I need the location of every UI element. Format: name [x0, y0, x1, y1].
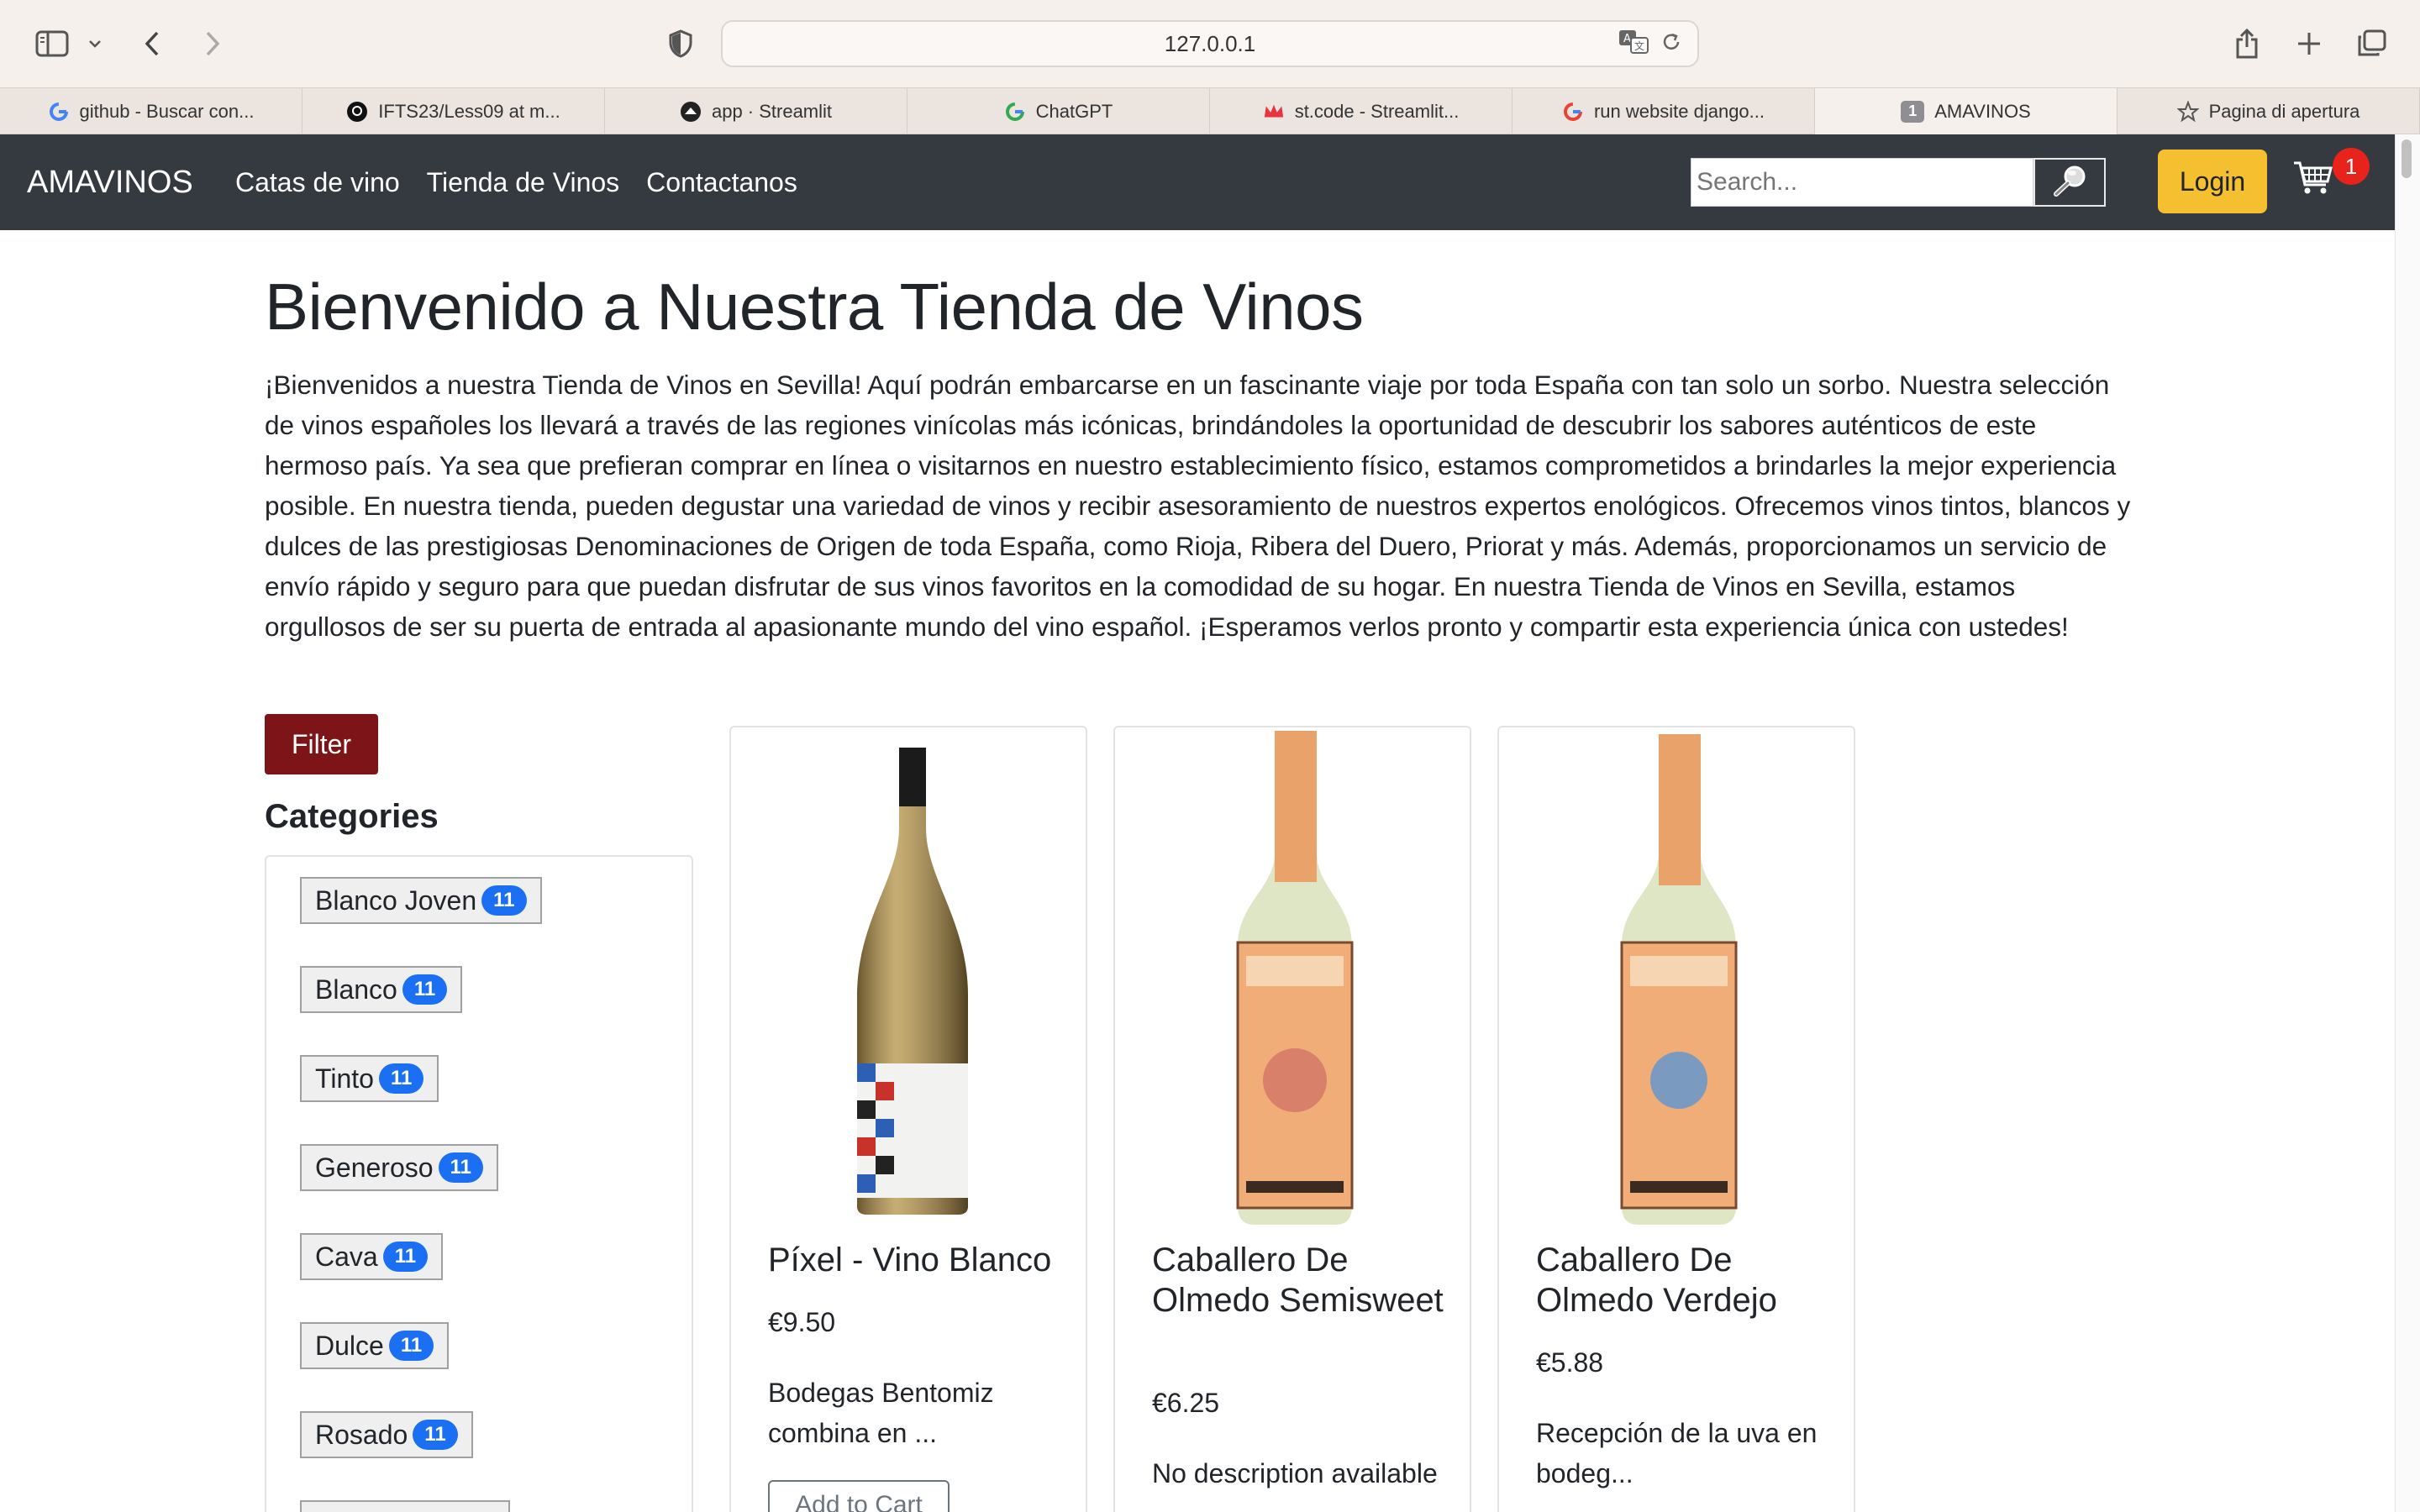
- google-icon: [48, 101, 70, 123]
- svg-text:文: 文: [1634, 39, 1644, 52]
- product-image[interactable]: [1499, 727, 1854, 1231]
- brand-logo[interactable]: AMAVINOS: [27, 134, 193, 230]
- tab-overview-icon[interactable]: [2354, 20, 2388, 67]
- new-tab-plus-icon[interactable]: [2294, 20, 2324, 67]
- translate-icon[interactable]: A文: [1618, 29, 1650, 59]
- category-dulce[interactable]: Dulce 11: [300, 1322, 450, 1369]
- category-blanco-joven[interactable]: Blanco Joven 11: [300, 877, 542, 924]
- nav-link-catas[interactable]: Catas de vino: [235, 167, 400, 198]
- search-icon: [2051, 164, 2088, 202]
- intro-paragraph: ¡Bienvenidos a nuestra Tienda de Vinos e…: [265, 370, 2131, 642]
- scrollbar-thumb[interactable]: [2402, 139, 2412, 178]
- category-count-badge: 11: [413, 1420, 458, 1450]
- product-image[interactable]: [1115, 727, 1470, 1231]
- tab-label: app · Streamlit: [711, 100, 833, 122]
- forward-arrow-icon[interactable]: [198, 20, 227, 67]
- category-tinto[interactable]: Tinto 11: [300, 1055, 439, 1102]
- tab-label: Pagina di apertura: [2208, 100, 2360, 122]
- category-label: Generoso: [315, 1152, 434, 1183]
- category-partial[interactable]: [300, 1500, 510, 1512]
- tab-label: ChatGPT: [1035, 100, 1113, 122]
- product-description: Bodegas Bentomiz combina en ...: [768, 1378, 994, 1448]
- category-count-badge: 11: [481, 885, 527, 916]
- category-count-badge: 11: [438, 1152, 483, 1183]
- svg-text:A: A: [1623, 33, 1631, 45]
- browser-toolbar: 127.0.0.1 A文: [0, 0, 2420, 87]
- search-input[interactable]: [1691, 158, 2033, 207]
- tab-bar: github - Buscar con... IFTS23/Less09 at …: [0, 87, 2420, 134]
- add-to-cart-button[interactable]: Add to Cart: [768, 1480, 950, 1512]
- tab-label: st.code - Streamlit...: [1294, 100, 1460, 122]
- category-label: Tinto: [315, 1063, 374, 1094]
- category-label: Blanco Joven: [315, 885, 477, 916]
- categories-list: Blanco Joven 11 Blanco 11 Tinto 11 Gener…: [265, 855, 693, 1512]
- streamlit-icon: [680, 101, 702, 123]
- product-price: €9.50: [768, 1307, 836, 1337]
- tab-label: run website django...: [1593, 100, 1765, 122]
- category-count-badge: 11: [378, 1063, 424, 1094]
- filter-button[interactable]: Filter: [265, 714, 378, 774]
- category-label: Rosado: [315, 1419, 408, 1450]
- product-description: Recepción de la uva en bodeg...: [1536, 1418, 1818, 1488]
- tab-number-icon: 1: [1901, 100, 1925, 123]
- shield-icon[interactable]: [664, 20, 697, 67]
- product-card[interactable]: Caballero De Olmedo Semisweet €6.25 No d…: [1113, 726, 1471, 1512]
- category-label: Dulce: [315, 1330, 384, 1361]
- tab-chatgpt[interactable]: ChatGPT: [908, 88, 1210, 134]
- search-button[interactable]: [2033, 158, 2106, 207]
- scrollbar-track[interactable]: [2395, 134, 2420, 1512]
- chevron-down-icon[interactable]: [84, 20, 106, 67]
- sidebar-toggle-icon[interactable]: [32, 20, 72, 67]
- tab-github-repo[interactable]: IFTS23/Less09 at m...: [302, 88, 605, 134]
- product-title[interactable]: Caballero De Olmedo Semisweet: [1152, 1240, 1455, 1320]
- tab-amavinos[interactable]: 1 AMAVINOS: [1815, 88, 2118, 134]
- share-icon[interactable]: [2232, 20, 2262, 67]
- login-button[interactable]: Login: [2158, 150, 2267, 213]
- address-bar[interactable]: 127.0.0.1 A文: [721, 20, 1699, 67]
- category-blanco[interactable]: Blanco 11: [300, 966, 463, 1013]
- page-title: Bienvenido a Nuestra Tienda de Vinos: [265, 270, 1364, 344]
- nav-link-tienda[interactable]: Tienda de Vinos: [427, 167, 620, 198]
- streamlit-crown-icon: [1263, 101, 1285, 123]
- tab-django-search[interactable]: run website django...: [1512, 88, 1815, 134]
- tab-start-page[interactable]: Pagina di apertura: [2118, 88, 2420, 134]
- tab-label: IFTS23/Less09 at m...: [378, 100, 560, 122]
- product-card[interactable]: Píxel - Vino Blanco €9.50 Bodegas Bentom…: [729, 726, 1087, 1512]
- category-count-badge: 11: [402, 974, 448, 1005]
- category-count-badge: 11: [382, 1242, 429, 1272]
- category-label: Cava: [315, 1241, 378, 1272]
- category-generoso[interactable]: Generoso 11: [300, 1144, 498, 1191]
- product-price: €5.88: [1536, 1347, 1604, 1378]
- tab-streamlit-app[interactable]: app · Streamlit: [605, 88, 908, 134]
- cart-icon[interactable]: [2292, 160, 2334, 202]
- category-count-badge: 11: [388, 1331, 434, 1361]
- back-arrow-icon[interactable]: [138, 20, 166, 67]
- github-icon: [346, 101, 368, 123]
- product-title[interactable]: Caballero De Olmedo Verdejo: [1536, 1240, 1839, 1320]
- product-price: €6.25: [1152, 1388, 1220, 1418]
- categories-heading: Categories: [265, 798, 439, 835]
- product-title[interactable]: Píxel - Vino Blanco: [768, 1240, 1071, 1280]
- nav-link-contactanos[interactable]: Contactanos: [646, 167, 797, 198]
- product-description: No description available: [1152, 1458, 1438, 1488]
- url-text[interactable]: 127.0.0.1: [723, 22, 1697, 66]
- reload-icon[interactable]: [1660, 31, 1682, 57]
- product-card[interactable]: Caballero De Olmedo Verdejo €5.88 Recepc…: [1497, 726, 1855, 1512]
- tab-label: github - Buscar con...: [79, 100, 255, 122]
- star-icon: [2176, 100, 2199, 123]
- nav-links: Catas de vino Tienda de Vinos Contactano…: [235, 134, 797, 230]
- category-cava[interactable]: Cava 11: [300, 1233, 444, 1280]
- google-icon: [1004, 101, 1026, 123]
- tab-label: AMAVINOS: [1934, 100, 2031, 122]
- cart-count-badge: 1: [2333, 148, 2370, 185]
- tab-st-code[interactable]: st.code - Streamlit...: [1210, 88, 1512, 134]
- product-image[interactable]: [731, 727, 1086, 1231]
- tab-github-search[interactable]: github - Buscar con...: [0, 88, 302, 134]
- category-rosado[interactable]: Rosado 11: [300, 1411, 473, 1458]
- category-label: Blanco: [315, 974, 397, 1005]
- google-icon: [1562, 101, 1584, 123]
